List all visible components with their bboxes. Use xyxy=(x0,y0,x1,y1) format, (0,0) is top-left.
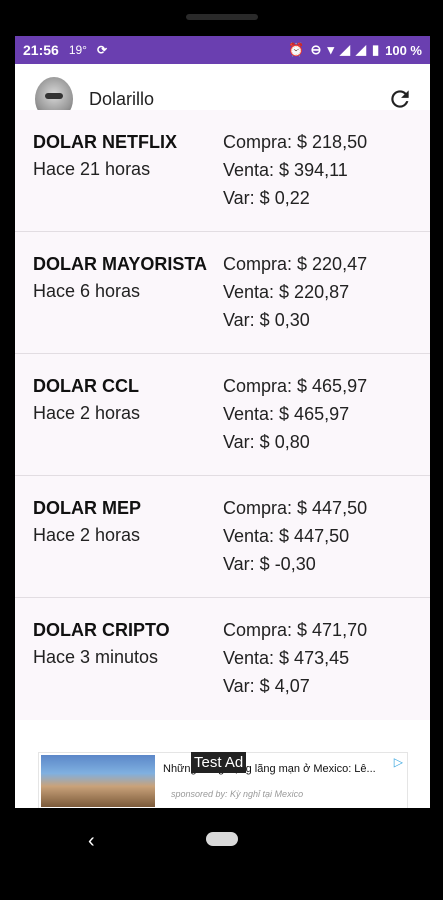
ad-sponsor: sponsored by: Kỳ nghỉ tại Mexico xyxy=(171,789,304,799)
signal-icon: ◢ xyxy=(339,42,350,57)
wifi-icon: ▾ xyxy=(327,42,334,57)
item-compra: Compra: $ 220,47 xyxy=(223,254,368,274)
item-name: DOLAR MEP xyxy=(33,498,141,518)
item-var: Var: $ 0,30 xyxy=(223,310,310,330)
speaker-grille xyxy=(186,14,258,20)
status-time: 21:56 xyxy=(23,42,59,58)
status-bar: 21:56 19° ⟳ ⏰ ⊖ ▾ ◢ ◢ ▮ 100 % xyxy=(15,36,430,64)
list-item[interactable]: DOLAR NETFLIX Hace 21 horas Compra: $ 21… xyxy=(15,110,430,232)
battery-icon: ▮ xyxy=(371,42,380,57)
item-var: Var: $ 4,07 xyxy=(223,676,310,696)
sync-icon: ⟳ xyxy=(96,43,108,57)
battery-percentage: 100 % xyxy=(385,42,422,58)
list-item[interactable]: DOLAR CCL Hace 2 horas Compra: $ 465,97 … xyxy=(15,354,430,476)
item-time: Hace 21 horas xyxy=(33,159,151,179)
refresh-icon xyxy=(391,90,409,108)
item-venta: Venta: $ 465,97 xyxy=(223,404,350,424)
ad-choices-icon[interactable]: ▷ xyxy=(394,755,403,769)
alarm-icon: ⏰ xyxy=(288,42,305,57)
item-compra: Compra: $ 471,70 xyxy=(223,620,368,640)
item-venta: Venta: $ 394,11 xyxy=(223,160,348,180)
signal-icon-2: ◢ xyxy=(355,42,366,57)
quote-list[interactable]: DOLAR NETFLIX Hace 21 horas Compra: $ 21… xyxy=(15,110,430,720)
list-item[interactable]: DOLAR CRIPTO Hace 3 minutos Compra: $ 47… xyxy=(15,598,430,720)
item-venta: Venta: $ 473,45 xyxy=(223,648,350,668)
item-name: DOLAR NETFLIX xyxy=(33,132,177,152)
item-time: Hace 2 horas xyxy=(33,403,141,423)
item-time: Hace 2 horas xyxy=(33,525,141,545)
item-time: Hace 3 minutos xyxy=(33,647,159,667)
back-button[interactable]: ‹ xyxy=(88,830,95,853)
list-item[interactable]: DOLAR MAYORISTA Hace 6 horas Compra: $ 2… xyxy=(15,232,430,354)
item-name: DOLAR CCL xyxy=(33,376,139,396)
test-ad-label: Test Ad xyxy=(191,752,247,773)
item-var: Var: $ 0,22 xyxy=(223,188,310,208)
status-temperature: 19° xyxy=(68,43,87,57)
item-var: Var: $ 0,80 xyxy=(223,432,310,452)
list-item[interactable]: DOLAR MEP Hace 2 horas Compra: $ 447,50 … xyxy=(15,476,430,598)
item-venta: Venta: $ 447,50 xyxy=(223,526,350,546)
item-name: DOLAR CRIPTO xyxy=(33,620,170,640)
item-compra: Compra: $ 447,50 xyxy=(223,498,368,518)
item-var: Var: $ -0,30 xyxy=(223,554,316,574)
item-compra: Compra: $ 218,50 xyxy=(223,132,368,152)
dnd-icon: ⊖ xyxy=(310,42,322,57)
item-name: DOLAR MAYORISTA xyxy=(33,254,208,274)
app-title: Dolarillo xyxy=(89,88,155,109)
navigation-bar: ‹ xyxy=(0,808,443,900)
phone-frame: 21:56 19° ⟳ ⏰ ⊖ ▾ ◢ ◢ ▮ 100 % Dolarillo xyxy=(0,0,443,900)
item-time: Hace 6 horas xyxy=(33,281,141,301)
item-compra: Compra: $ 465,97 xyxy=(223,376,368,396)
item-venta: Venta: $ 220,87 xyxy=(223,282,350,302)
home-button[interactable] xyxy=(206,832,238,846)
ad-image[interactable] xyxy=(41,755,155,807)
